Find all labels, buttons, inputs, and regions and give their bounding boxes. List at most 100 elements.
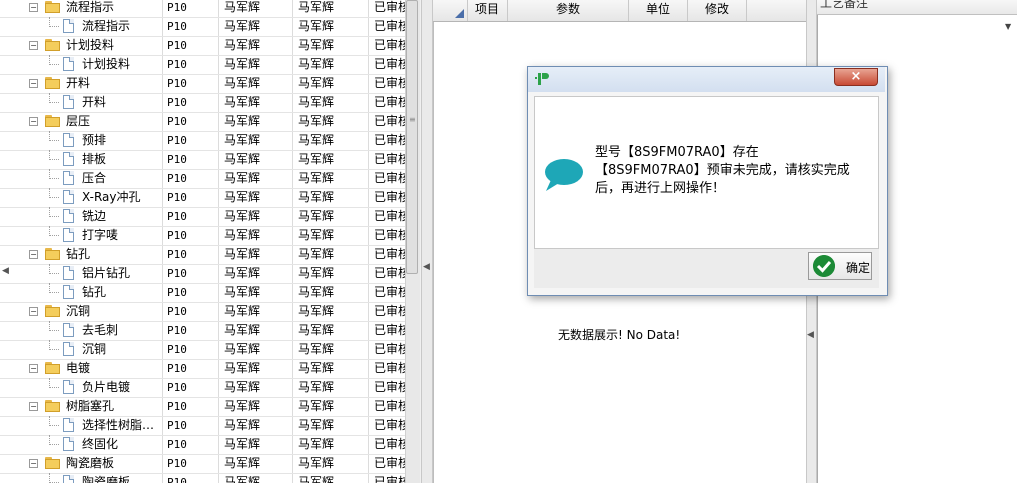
document-icon bbox=[63, 190, 74, 204]
column-header-param[interactable]: 参数 bbox=[508, 0, 629, 21]
scrollbar-thumb[interactable] bbox=[406, 0, 418, 274]
tree-row[interactable]: − 计划投料 P10 马军辉 马军辉 已审核 bbox=[0, 36, 410, 56]
tree-connector bbox=[49, 349, 59, 350]
tree-row[interactable]: 压合 P10 马军辉 马军辉 已审核 bbox=[0, 169, 410, 189]
folder-icon bbox=[45, 400, 60, 412]
tree-node-label: 打字唛 bbox=[82, 228, 119, 242]
tree-connector bbox=[49, 197, 59, 198]
tree-row[interactable]: − 树脂塞孔 P10 马军辉 马军辉 已审核 bbox=[0, 397, 410, 417]
tree-node-label: 电镀 bbox=[66, 361, 91, 375]
tree-row[interactable]: − 陶瓷磨板 P10 马军辉 马军辉 已审核 bbox=[0, 454, 410, 474]
cell-reviewer: 马军辉 bbox=[298, 38, 335, 52]
folder-icon bbox=[45, 39, 60, 51]
tree-row[interactable]: − 沉铜 P10 马军辉 马军辉 已审核 bbox=[0, 302, 410, 322]
tree-row[interactable]: − 流程指示 P10 马军辉 马军辉 已审核 bbox=[0, 0, 410, 18]
tree-node-label: 树脂塞孔 bbox=[66, 399, 115, 413]
cell-creator: 马军辉 bbox=[224, 399, 261, 413]
collapse-toggle-icon[interactable]: − bbox=[29, 364, 38, 373]
tree-row[interactable]: 终固化 P10 马军辉 马军辉 已审核 bbox=[0, 435, 410, 455]
document-icon bbox=[63, 380, 74, 394]
cell-creator: 马军辉 bbox=[224, 380, 261, 394]
cell-creator: 马军辉 bbox=[224, 19, 261, 33]
cell-version: P10 bbox=[167, 362, 187, 375]
document-icon bbox=[63, 95, 74, 109]
tree-node-label: 负片电镀 bbox=[82, 380, 131, 394]
collapse-right-icon[interactable]: ◀ bbox=[807, 330, 814, 340]
cell-creator: 马军辉 bbox=[224, 456, 261, 470]
tree-row[interactable]: 铣边 P10 马军辉 马军辉 已审核 bbox=[0, 207, 410, 227]
cell-creator: 马军辉 bbox=[224, 304, 261, 318]
column-header-item[interactable]: 项目 bbox=[467, 0, 508, 21]
collapse-toggle-icon[interactable]: − bbox=[29, 402, 38, 411]
tree-row[interactable]: 预排 P10 马军辉 马军辉 已审核 bbox=[0, 131, 410, 151]
collapse-toggle-icon[interactable]: − bbox=[29, 41, 38, 50]
tree-row[interactable]: 钻孔 P10 马军辉 马军辉 已审核 bbox=[0, 283, 410, 303]
cell-version: P10 bbox=[167, 210, 187, 223]
tree-row[interactable]: 选择性树脂… P10 马军辉 马军辉 已审核 bbox=[0, 416, 410, 436]
document-icon bbox=[63, 19, 74, 33]
tree-connector bbox=[49, 178, 59, 179]
tree-connector bbox=[49, 159, 59, 160]
select-all-corner[interactable] bbox=[433, 0, 468, 21]
document-icon bbox=[63, 266, 74, 280]
collapse-toggle-icon[interactable]: − bbox=[29, 79, 38, 88]
tree-connector bbox=[49, 330, 59, 331]
collapse-toggle-icon[interactable]: − bbox=[29, 307, 38, 316]
tree-row[interactable]: 铝片钻孔 P10 马军辉 马军辉 已审核 bbox=[0, 264, 410, 284]
cell-version: P10 bbox=[167, 191, 187, 204]
folder-icon bbox=[45, 305, 60, 317]
collapse-toggle-icon[interactable]: − bbox=[29, 117, 38, 126]
cell-version: P10 bbox=[167, 1, 187, 14]
dialog-titlebar[interactable] bbox=[528, 67, 885, 92]
cell-reviewer: 马军辉 bbox=[298, 418, 335, 432]
collapse-toggle-icon[interactable]: − bbox=[29, 459, 38, 468]
cell-reviewer: 马军辉 bbox=[298, 19, 335, 33]
tree-row[interactable]: − 电镀 P10 马军辉 马军辉 已审核 bbox=[0, 359, 410, 379]
column-header-modify[interactable]: 修改 bbox=[688, 0, 747, 21]
tree-row[interactable]: 去毛刺 P10 马军辉 马军辉 已审核 bbox=[0, 321, 410, 341]
tree-row[interactable]: 流程指示 P10 马军辉 马军辉 已审核 bbox=[0, 17, 410, 37]
cell-creator: 马军辉 bbox=[224, 228, 261, 242]
parameter-grid-header: 项目 参数 单位 修改 bbox=[433, 0, 806, 22]
cell-creator: 马军辉 bbox=[224, 152, 261, 166]
tree-node-label: 铣边 bbox=[82, 209, 107, 223]
tree-row[interactable]: 负片电镀 P10 马军辉 马军辉 已审核 bbox=[0, 378, 410, 398]
cell-reviewer: 马军辉 bbox=[298, 399, 335, 413]
tree-row[interactable]: 沉铜 P10 马军辉 马军辉 已审核 bbox=[0, 340, 410, 360]
column-header-unit[interactable]: 单位 bbox=[629, 0, 688, 21]
collapse-toggle-icon[interactable]: − bbox=[29, 250, 38, 259]
tree-connector bbox=[49, 64, 59, 65]
cell-reviewer: 马军辉 bbox=[298, 0, 335, 14]
tree-row[interactable]: 打字唛 P10 马军辉 马军辉 已审核 bbox=[0, 226, 410, 246]
tree-row[interactable]: X-Ray冲孔 P10 马军辉 马军辉 已审核 bbox=[0, 188, 410, 208]
tree-row[interactable]: − 钻孔 P10 马军辉 马军辉 已审核 bbox=[0, 245, 410, 265]
cell-reviewer: 马军辉 bbox=[298, 95, 335, 109]
grip-icon: ≡ bbox=[409, 115, 416, 124]
cell-reviewer: 马军辉 bbox=[298, 209, 335, 223]
cell-version: P10 bbox=[167, 438, 187, 451]
tree-connector bbox=[49, 444, 59, 445]
tree-node-label: 排板 bbox=[82, 152, 107, 166]
dialog-close-button[interactable]: × bbox=[834, 68, 878, 86]
cell-reviewer: 马军辉 bbox=[298, 152, 335, 166]
cell-version: P10 bbox=[167, 286, 187, 299]
left-splitter[interactable] bbox=[421, 0, 433, 483]
tree-row[interactable]: 排板 P10 马军辉 马军辉 已审核 bbox=[0, 150, 410, 170]
tree-row[interactable]: 计划投料 P10 马军辉 马军辉 已审核 bbox=[0, 55, 410, 75]
scroll-down-icon[interactable]: ▼ bbox=[1005, 22, 1011, 31]
process-tree-grid: − 流程指示 P10 马军辉 马军辉 已审核 流程指示 P10 马军辉 马军辉 已审核 − 计划投料 P1… bbox=[0, 0, 410, 483]
cell-creator: 马军辉 bbox=[224, 247, 261, 261]
collapse-left-icon[interactable]: ◀ bbox=[423, 262, 430, 272]
tree-connector bbox=[49, 216, 59, 217]
tree-row[interactable]: 开料 P10 马军辉 马军辉 已审核 bbox=[0, 93, 410, 113]
cell-reviewer: 马军辉 bbox=[298, 76, 335, 90]
tree-row[interactable]: − 开料 P10 马军辉 马军辉 已审核 bbox=[0, 74, 410, 94]
collapse-toggle-icon[interactable]: − bbox=[29, 3, 38, 12]
tree-row[interactable]: 陶瓷磨板 P10 马军辉 马军辉 已审核 bbox=[0, 473, 410, 483]
collapse-left-icon[interactable]: ◀ bbox=[2, 266, 9, 276]
cell-version: P10 bbox=[167, 77, 187, 90]
tree-row[interactable]: − 层压 P10 马军辉 马军辉 已审核 bbox=[0, 112, 410, 132]
tree-node-label: X-Ray冲孔 bbox=[82, 190, 141, 204]
cell-version: P10 bbox=[167, 115, 187, 128]
cell-version: P10 bbox=[167, 96, 187, 109]
